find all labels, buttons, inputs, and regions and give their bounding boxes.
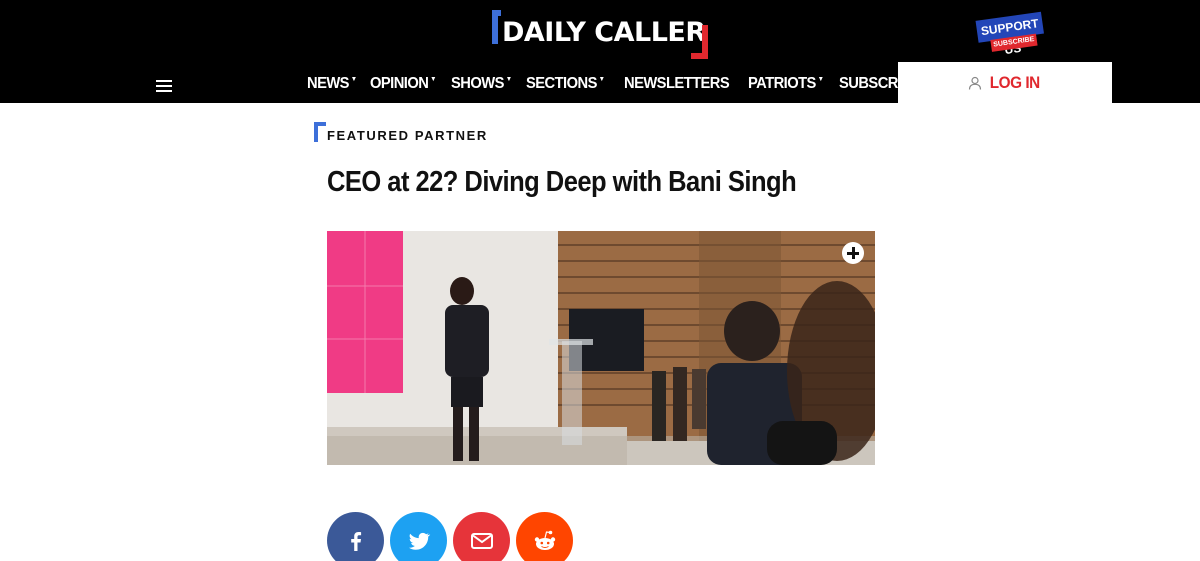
support-us-badge[interactable]: SUPPORT US SUBSCRIBE (975, 11, 1049, 60)
nav-item-sections[interactable]: SECTIONS ▼ (526, 72, 605, 96)
nav-item-newsletters[interactable]: NEWSLETTERS (624, 72, 730, 96)
site-header: DAILY CALLER SUPPORT US SUBSCRIBE NEWS▼ … (0, 0, 1200, 103)
share-email-button[interactable] (453, 512, 510, 561)
share-twitter-button[interactable] (390, 512, 447, 561)
expand-image-icon[interactable] (842, 242, 864, 264)
share-facebook-button[interactable] (327, 512, 384, 561)
logo-bracket-red (691, 25, 708, 59)
email-icon (470, 532, 493, 549)
article-title: CEO at 22? Diving Deep with Bani Singh (327, 166, 797, 198)
logo-bracket-blue (492, 10, 501, 44)
hamburger-menu-icon[interactable] (156, 80, 172, 94)
logo-text: DAILY CALLER (502, 17, 706, 48)
user-icon (968, 76, 981, 90)
share-reddit-button[interactable] (516, 512, 573, 561)
category-text: FEATURED PARTNER (327, 128, 488, 143)
reddit-icon (534, 530, 555, 550)
login-label: LOG IN (989, 72, 1040, 92)
login-button[interactable]: LOG IN (898, 62, 1112, 103)
daily-caller-logo[interactable]: DAILY CALLER (490, 10, 710, 60)
category-bracket (314, 122, 326, 142)
nav-item-news[interactable]: NEWS ▼ (307, 72, 357, 96)
nav-item-opinion[interactable]: OPINION ▼ (370, 72, 437, 96)
caret-down-icon: ▼ (817, 76, 824, 83)
caret-down-icon: ▼ (350, 76, 357, 83)
caret-down-icon: ▼ (430, 76, 436, 83)
twitter-icon (408, 532, 430, 550)
article-hero-image[interactable] (327, 231, 875, 465)
caret-down-icon: ▼ (505, 76, 512, 83)
caret-down-icon: ▼ (599, 76, 605, 83)
nav-item-shows[interactable]: SHOWS ▼ (451, 72, 512, 96)
main-nav: NEWS ▼ OPINION ▼ SHOWS ▼ SECTIONS ▼ NEWSLETT… (307, 72, 928, 96)
facebook-icon (350, 531, 361, 551)
share-buttons (327, 512, 573, 561)
nav-item-patriots[interactable]: PATRIOTS ▼ (748, 72, 824, 96)
